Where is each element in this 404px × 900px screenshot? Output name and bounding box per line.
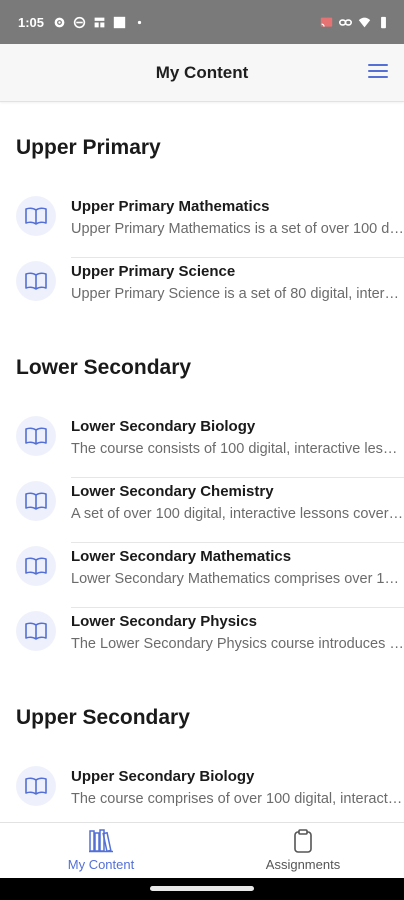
dot-icon: [137, 20, 142, 24]
status-left: 1:05: [18, 15, 146, 30]
course-title: Upper Primary Science: [71, 263, 236, 280]
course-text: Lower Secondary Physics The Lower Second…: [71, 608, 404, 673]
app-header: My Content: [0, 44, 404, 102]
course-item[interactable]: Upper Secondary Biology The course compr…: [0, 763, 404, 822]
status-bar: 1:05: [0, 0, 404, 44]
course-list: Upper Primary Mathematics Upper Primary …: [0, 193, 404, 323]
course-title: Upper Primary Mathematics: [71, 198, 270, 215]
course-text: Lower Secondary Mathematics Lower Second…: [71, 543, 404, 608]
section-title: Upper Secondary: [16, 706, 190, 729]
course-title: Lower Secondary Biology: [71, 418, 256, 435]
book-icon: [16, 416, 56, 456]
section-upper-primary: Upper Primary Upper Primary Mathematics …: [0, 103, 404, 323]
gear-icon: [54, 17, 65, 27]
news-icon: [94, 17, 105, 27]
tab-label: My Content: [67, 857, 135, 872]
course-description: Lower Secondary Mathematics comprises ov…: [71, 571, 404, 587]
course-item[interactable]: Upper Primary Mathematics Upper Primary …: [0, 193, 404, 258]
course-text: Lower Secondary Chemistry A set of over …: [71, 478, 404, 543]
book-icon: [16, 611, 56, 651]
course-item[interactable]: Lower Secondary Biology The course consi…: [0, 413, 404, 478]
status-right: [320, 16, 390, 29]
square-icon: [113, 16, 126, 28]
page-title: My Content: [155, 62, 249, 82]
course-description: Upper Primary Science is a set of 80 dig…: [71, 286, 404, 302]
book-icon: [16, 766, 56, 806]
course-text: Upper Primary Mathematics Upper Primary …: [71, 193, 404, 258]
tab-my-content[interactable]: My Content: [0, 823, 202, 878]
book-icon: [16, 196, 56, 236]
book-icon: [16, 546, 56, 586]
hamburger-menu-button[interactable]: [368, 64, 388, 80]
book-icon: [16, 481, 56, 521]
course-description: The Lower Secondary Physics course intro…: [71, 636, 404, 652]
course-title: Lower Secondary Mathematics: [71, 548, 292, 565]
link-icon: [339, 18, 352, 26]
tab-label: Assignments: [265, 857, 341, 872]
course-list: Lower Secondary Biology The course consi…: [0, 413, 404, 673]
course-description: The course consists of 100 digital, inte…: [71, 441, 404, 457]
course-title: Lower Secondary Physics: [71, 613, 257, 630]
course-item[interactable]: Lower Secondary Mathematics Lower Second…: [0, 543, 404, 608]
course-text: Upper Secondary Biology The course compr…: [71, 763, 404, 822]
course-text: Lower Secondary Biology The course consi…: [71, 413, 404, 478]
section-lower-secondary: Lower Secondary Lower Secondary Biology …: [0, 323, 404, 673]
bookshelf-icon: [89, 829, 113, 853]
clipboard-icon: [294, 829, 312, 853]
status-time: 1:05: [18, 14, 45, 30]
bottom-nav: My Content Assignments: [0, 822, 404, 878]
section-upper-secondary: Upper Secondary Upper Secondary Biology …: [0, 673, 404, 822]
home-indicator[interactable]: [150, 886, 254, 891]
battery-icon: [381, 16, 386, 28]
course-description: A set of over 100 digital, interactive l…: [71, 506, 404, 522]
vpn-icon: [73, 16, 86, 28]
section-title: Upper Primary: [16, 136, 161, 159]
gesture-bar: [0, 878, 404, 900]
course-description: Upper Primary Mathematics is a set of ov…: [71, 221, 404, 237]
content-list[interactable]: Upper Primary Upper Primary Mathematics …: [0, 103, 404, 822]
course-title: Upper Secondary Biology: [71, 768, 255, 785]
course-title: Lower Secondary Chemistry: [71, 483, 274, 500]
course-description: The course comprises of over 100 digital…: [71, 791, 404, 807]
tab-assignments[interactable]: Assignments: [202, 823, 404, 878]
course-item[interactable]: Lower Secondary Physics The Lower Second…: [0, 608, 404, 673]
course-text: Upper Primary Science Upper Primary Scie…: [71, 258, 404, 323]
hamburger-menu-icon: [368, 64, 388, 66]
section-title: Lower Secondary: [16, 356, 192, 379]
course-item[interactable]: Lower Secondary Chemistry A set of over …: [0, 478, 404, 543]
course-list: Upper Secondary Biology The course compr…: [0, 763, 404, 822]
course-item[interactable]: Upper Primary Science Upper Primary Scie…: [0, 258, 404, 323]
wifi-icon: [358, 17, 371, 27]
book-icon: [16, 261, 56, 301]
cast-icon: [320, 17, 333, 27]
